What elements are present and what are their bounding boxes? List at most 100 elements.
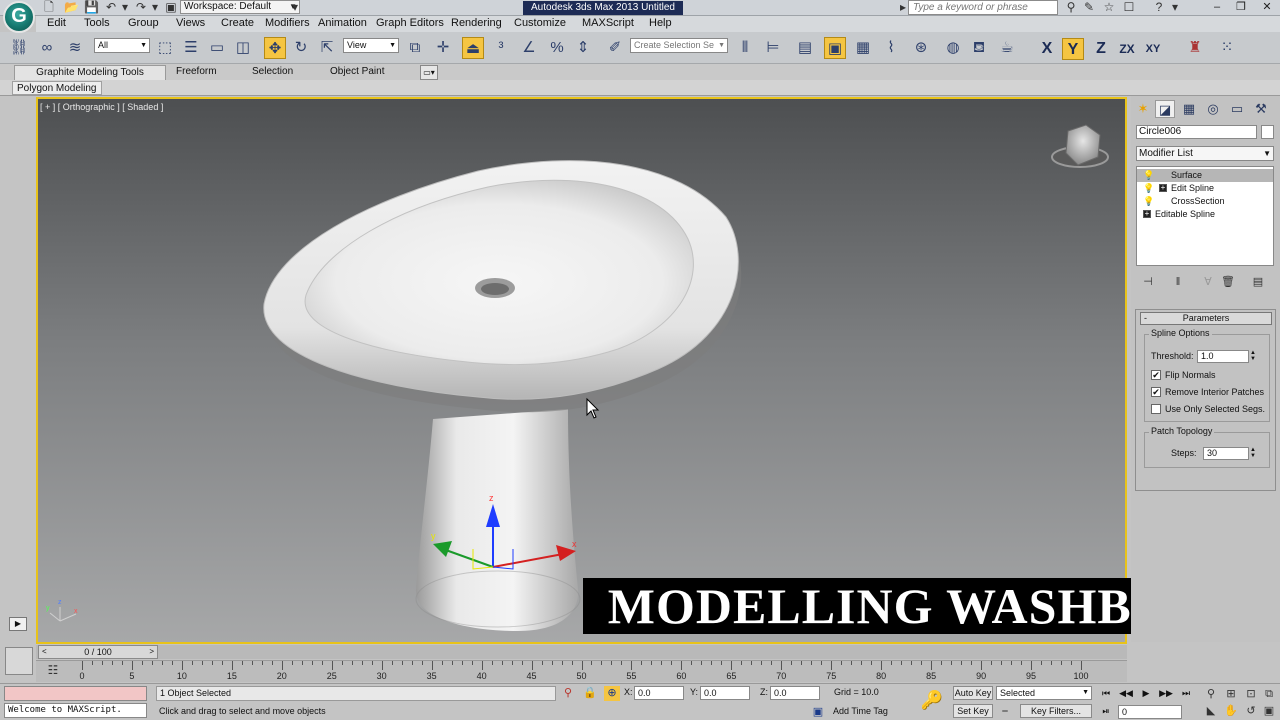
previous-frame-icon[interactable]: ◀◀ [1117, 686, 1135, 701]
menu-modifiers[interactable]: Modifiers [265, 17, 310, 29]
axis-x-button[interactable]: X [1036, 38, 1058, 60]
x-coord-field[interactable]: 0.0 [634, 686, 684, 700]
stack-item-edit-spline[interactable]: 💡 + Edit Spline [1137, 182, 1273, 195]
show-end-result-icon[interactable]: ‖ [1170, 274, 1186, 290]
favorites-icon[interactable]: ☐ [1122, 0, 1136, 14]
rectangular-selection-icon[interactable]: ▭ [206, 37, 228, 59]
project-folder-icon[interactable]: ▣ [164, 0, 178, 14]
pin-stack-icon[interactable]: ⊣ [1140, 274, 1156, 290]
plane-xy-button[interactable]: XY [1142, 38, 1164, 60]
open-file-icon[interactable]: 📂 [64, 0, 79, 14]
modify-tab-icon[interactable]: ◪ [1155, 100, 1175, 118]
isolate-selection-icon[interactable]: ⚲ [560, 686, 576, 701]
pan-icon[interactable]: ✋ [1223, 703, 1239, 719]
spinner-arrows-icon[interactable]: ▲ ▼ [1249, 447, 1257, 460]
mirror-icon[interactable]: ⫴ [734, 37, 756, 59]
menu-help[interactable]: Help [649, 17, 672, 29]
minimize-icon[interactable]: – [1208, 0, 1226, 15]
add-time-tag-button[interactable]: Add Time Tag [833, 704, 888, 719]
zoom-icon[interactable]: ⚲ [1203, 686, 1219, 702]
select-and-rotate-icon[interactable]: ↻ [290, 37, 312, 59]
use-only-selected-segs-checkbox[interactable] [1151, 404, 1161, 414]
toggle-ribbon-icon[interactable]: ▦ [852, 37, 874, 59]
absolute-mode-icon[interactable]: ⊕ [604, 686, 620, 701]
object-name-field[interactable]: Circle006 [1136, 125, 1257, 139]
stack-item-crosssection[interactable]: 💡 CrossSection [1137, 195, 1273, 208]
edit-named-selection-icon[interactable]: ✐ [604, 37, 626, 59]
expand-panel-button[interactable]: ▶ [9, 617, 27, 631]
tab-selection[interactable]: Selection [252, 65, 293, 80]
hierarchy-icon[interactable]: ♜ [1184, 37, 1206, 59]
menu-tools[interactable]: Tools [84, 17, 110, 29]
motion-tab-icon[interactable]: ◎ [1203, 100, 1223, 118]
menu-rendering[interactable]: Rendering [451, 17, 502, 29]
extras-icon[interactable]: ⁙ [1216, 37, 1238, 59]
threshold-spinner[interactable]: 1.0 ▲ ▼ [1197, 350, 1256, 363]
menu-edit[interactable]: Edit [47, 17, 66, 29]
track-bar[interactable]: 0 5 10 15 20 25 30 35 40 45 50 55 60 65 70 75 80 85 90 95 10… [36, 660, 1127, 682]
utilities-tab-icon[interactable]: ⚒ [1251, 100, 1271, 118]
menu-graph-editors[interactable]: Graph Editors [376, 17, 444, 29]
tab-graphite-modeling-tools[interactable]: Graphite Modeling Tools [14, 65, 166, 80]
lightbulb-icon[interactable]: 💡 [1143, 182, 1154, 195]
set-key-button[interactable]: Set Key [953, 704, 993, 718]
time-tag-icon[interactable]: ▣ [810, 705, 826, 720]
stack-item-surface[interactable]: 💡 Surface [1137, 169, 1273, 182]
configure-modifier-sets-icon[interactable]: ▤ [1250, 274, 1266, 290]
select-and-link-icon[interactable]: ⛓ [8, 37, 30, 59]
menu-views[interactable]: Views [176, 17, 205, 29]
snaps-toggle-icon[interactable]: ³ [490, 37, 512, 59]
select-by-name-icon[interactable]: ☰ [180, 37, 202, 59]
angle-snap-icon[interactable]: ∠ [518, 37, 540, 59]
go-to-end-icon[interactable]: ⏭ [1177, 686, 1195, 701]
new-file-icon[interactable]: 🗋 [42, 0, 56, 14]
key-mode-dropdown[interactable]: Selected ▼ [996, 686, 1092, 700]
modifier-list-dropdown[interactable]: Modifier List ▼ [1136, 146, 1274, 161]
spinner-arrows-icon[interactable]: ▲ ▼ [1249, 350, 1257, 363]
key-filters-button[interactable]: Key Filters... [1020, 704, 1092, 718]
flip-normals-checkbox[interactable]: ✔ [1151, 370, 1161, 380]
remove-interior-patches-checkbox[interactable]: ✔ [1151, 387, 1161, 397]
y-coord-field[interactable]: 0.0 [700, 686, 750, 700]
toggle-layer-explorer-icon[interactable]: ▣ [824, 37, 846, 59]
undo-dropdown-icon[interactable]: ▾ [118, 0, 132, 14]
maximize-viewport-icon[interactable]: ▣ [1261, 703, 1277, 719]
tab-object-paint[interactable]: Object Paint [330, 65, 384, 80]
slider-prev-icon[interactable]: < [42, 646, 47, 658]
zoom-extents-icon[interactable]: ⊡ [1243, 686, 1259, 702]
z-coord-field[interactable]: 0.0 [770, 686, 820, 700]
reference-coordinate-dropdown[interactable]: View ▼ [343, 38, 399, 53]
basin-bowl-shape[interactable] [304, 179, 694, 366]
expand-plus-icon[interactable]: + [1159, 184, 1167, 192]
mini-curve-editor-icon[interactable]: ☷ [44, 663, 62, 679]
time-slider[interactable]: < 0 / 100 > [36, 645, 1127, 659]
next-frame-icon[interactable]: ▶▶ [1157, 686, 1175, 701]
orbit-icon[interactable]: ↺ [1243, 703, 1259, 719]
object-color-swatch[interactable] [1261, 125, 1274, 139]
undo-icon[interactable]: ↶ [104, 0, 118, 14]
quick-access-menu-icon[interactable]: ▾ [288, 0, 302, 14]
mini-listener-toggle[interactable] [5, 647, 33, 675]
tab-freeform[interactable]: Freeform [176, 65, 217, 80]
auto-key-button[interactable]: Auto Key [953, 686, 993, 700]
align-icon[interactable]: ⊨ [762, 37, 784, 59]
save-icon[interactable]: 💾 [84, 0, 99, 14]
render-setup-icon[interactable]: ⛾ [968, 37, 990, 59]
select-and-move-icon[interactable]: ✥ [264, 37, 286, 59]
hierarchy-tab-icon[interactable]: ▦ [1179, 100, 1199, 118]
selection-lock-icon[interactable]: 🔒 [582, 686, 598, 701]
zoom-extents-all-icon[interactable]: ⊞ [1223, 686, 1239, 702]
key-icon[interactable]: 🔑 [920, 690, 944, 710]
bind-space-warp-icon[interactable]: ≋ [64, 37, 86, 59]
redo-icon[interactable]: ↷ [134, 0, 148, 14]
view-cube[interactable] [1051, 124, 1109, 168]
restore-icon[interactable]: ❐ [1232, 0, 1250, 15]
parameters-rollout-header[interactable]: - Parameters [1140, 312, 1272, 325]
close-icon[interactable]: ✕ [1258, 0, 1276, 15]
menu-maxscript[interactable]: MAXScript [582, 17, 634, 29]
viewport-orthographic[interactable]: [ + ] [ Orthographic ] [ Shaded ] z x y … [36, 97, 1127, 644]
pivot-center-icon[interactable]: ⧉ [404, 37, 426, 59]
create-tab-icon[interactable]: ✶ [1133, 100, 1153, 118]
select-and-scale-icon[interactable]: ⇱ [316, 37, 338, 59]
lightbulb-icon[interactable]: 💡 [1143, 169, 1154, 182]
